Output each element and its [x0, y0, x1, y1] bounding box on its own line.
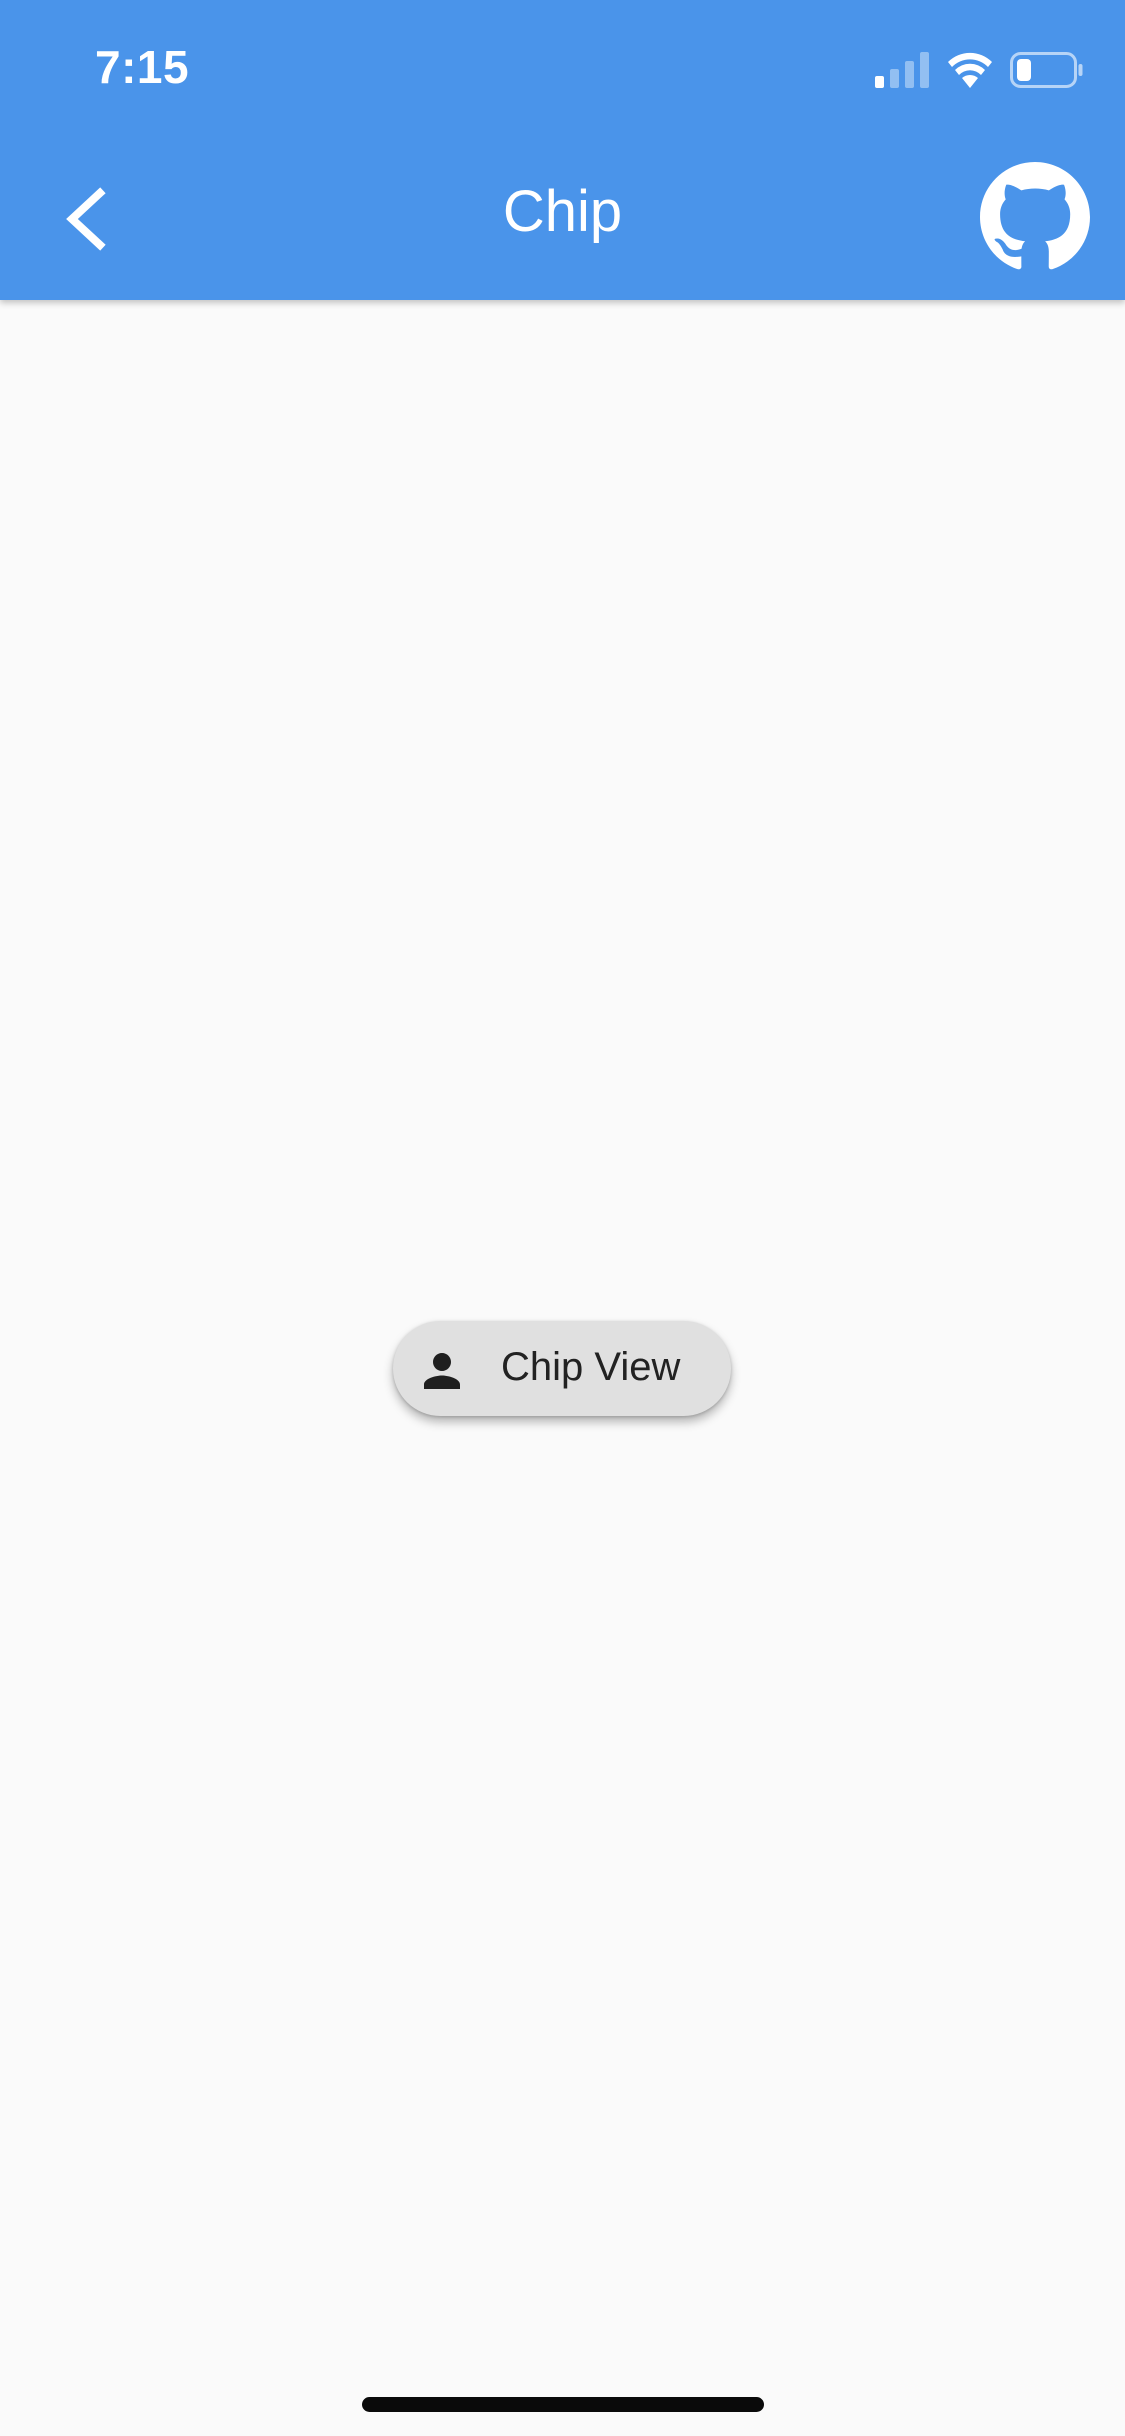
github-button[interactable]	[980, 162, 1090, 272]
status-time: 7:15	[95, 41, 190, 93]
person-icon	[424, 1353, 460, 1389]
app-bar: Chip	[0, 132, 1125, 300]
chip-view[interactable]: Chip View	[393, 1321, 731, 1416]
page-title: Chip	[502, 179, 623, 244]
signal-icon	[875, 52, 929, 88]
github-icon	[980, 162, 1090, 270]
wifi-icon	[948, 52, 992, 88]
home-indicator[interactable]	[362, 2397, 764, 2412]
chip-label: Chip View	[501, 1345, 681, 1389]
battery-icon	[1010, 52, 1083, 88]
status-bar: 7:15	[0, 0, 1125, 132]
header: 7:15 Chip	[0, 0, 1125, 300]
status-icons	[875, 48, 1085, 92]
